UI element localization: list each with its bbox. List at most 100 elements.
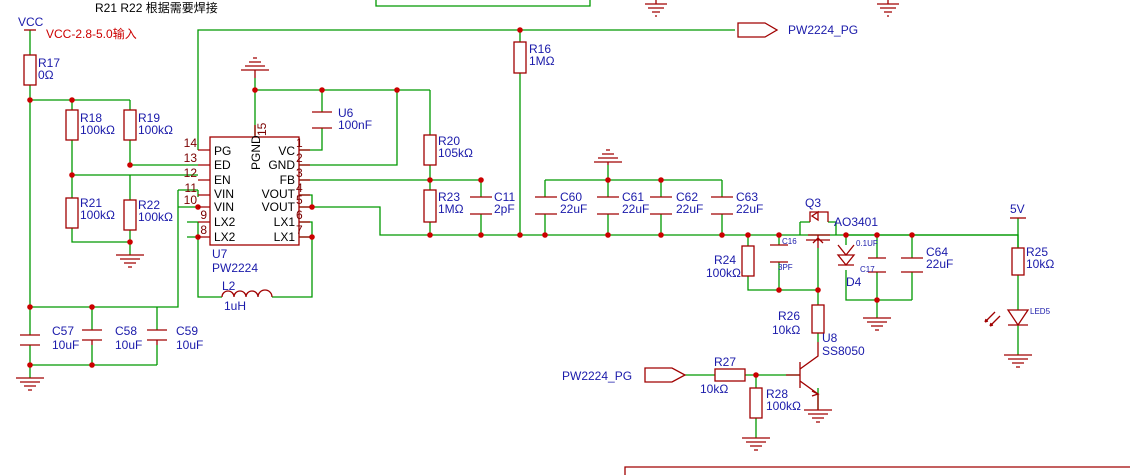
pg-netlabel-shape-in <box>644 367 687 383</box>
pg-netlabel-in-text: PW2224_PG <box>562 369 632 383</box>
r27-resistor <box>714 368 746 382</box>
u7-part: PW2224 <box>212 261 258 275</box>
u7-pin-fb-name: FB <box>280 173 295 187</box>
ground-symbol-r22 <box>116 254 144 268</box>
v5-label: 5V <box>1010 202 1025 216</box>
u7-pin-vin-name-2: VIN <box>214 200 234 214</box>
d4-diode <box>836 244 856 267</box>
u7-pin-vin-name-1: VIN <box>214 187 234 201</box>
r19-value: 100kΩ <box>138 123 173 137</box>
c64-value: 22uF <box>926 257 953 271</box>
led5-led <box>984 309 1030 327</box>
r26-value: 10kΩ <box>772 323 800 337</box>
r28-resistor <box>749 387 763 419</box>
u7-pin-lx2-name-1: LX2 <box>214 215 236 229</box>
r21-value: 100kΩ <box>80 208 115 222</box>
pg-netlabel-shape-out <box>737 22 779 38</box>
r19-resistor <box>123 109 137 141</box>
c63-value: 22uF <box>736 202 763 216</box>
u7-pin-7-num: 7 <box>296 223 303 237</box>
u7-pin-lx1-name-1: LX1 <box>274 215 296 229</box>
c62-value: 22uF <box>676 202 703 216</box>
c16-ref: C16 <box>782 237 797 246</box>
r18-resistor <box>65 109 79 141</box>
c61-capacitor <box>597 196 619 215</box>
led5-ref: LED5 <box>1030 307 1051 316</box>
ground-symbol-r28 <box>742 437 770 451</box>
c64-capacitor <box>901 257 923 273</box>
u7-pin-3-num: 3 <box>296 166 303 180</box>
c59-value: 10uF <box>176 338 203 352</box>
u8-value: SS8050 <box>822 344 865 358</box>
r17-resistor <box>23 54 37 86</box>
r24-value: 100kΩ <box>706 266 741 280</box>
u7-pin-15-num: 15 <box>255 122 269 136</box>
u7-pin-vc-name: VC <box>278 144 295 158</box>
u7-pin-12-num: 12 <box>184 166 198 180</box>
u7-pin-10-num: 10 <box>184 193 198 207</box>
c58-capacitor <box>82 329 102 345</box>
c62-capacitor <box>650 196 672 215</box>
c59-capacitor <box>147 329 167 345</box>
c60-capacitor <box>535 196 557 215</box>
c16-value: 3PF <box>778 263 793 272</box>
ground-symbol-caps <box>594 149 622 165</box>
u7-pin-5-num: 5 <box>296 193 303 207</box>
r21-resistor <box>65 197 79 229</box>
ground-symbol-top-2 <box>877 0 899 17</box>
r24-resistor <box>741 245 755 277</box>
r23-resistor <box>423 189 437 223</box>
symbols <box>16 0 1130 475</box>
r26-resistor <box>811 304 825 334</box>
r25-value: 10kΩ <box>1026 257 1054 271</box>
c17-ref: C17 <box>860 265 875 274</box>
u7-pgnd-name: PGND <box>249 135 263 170</box>
r26-ref: R26 <box>778 309 800 323</box>
r17-value: 0Ω <box>38 68 54 82</box>
wires <box>29 29 1019 438</box>
q3-ref: Q3 <box>805 196 821 210</box>
u7-pin-14-num: 14 <box>184 136 198 150</box>
c57-ref: C57 <box>52 324 74 338</box>
c17-value: 0.1UF <box>856 239 878 248</box>
u7-pin-9-num: 9 <box>200 208 207 222</box>
l2-value: 1uH <box>224 299 246 313</box>
ground-symbol-top-1 <box>645 0 667 17</box>
ground-symbol-led <box>1004 354 1032 368</box>
r25-resistor <box>1011 247 1025 276</box>
r22-resistor <box>123 199 137 231</box>
r27-ref: R27 <box>714 355 736 369</box>
l2-ref: L2 <box>222 279 236 293</box>
u7-pin-pg-name: PG <box>214 144 231 158</box>
d4-ref: D4 <box>846 275 862 289</box>
r16-value: 1MΩ <box>529 54 555 68</box>
r20-value: 105kΩ <box>438 146 473 160</box>
u7-pin-1-num: 1 <box>296 136 303 150</box>
r20-resistor <box>423 134 437 166</box>
u7-pin-vout-name-2: VOUT <box>262 200 296 214</box>
u7-pin-13-num: 13 <box>184 151 198 165</box>
ground-symbol-c57 <box>16 377 44 391</box>
u7-pin-lx2-name-2: LX2 <box>214 230 236 244</box>
u6-capacitor <box>312 111 332 129</box>
r27-value: 10kΩ <box>700 382 728 396</box>
vcc-input-note: VCC-2.8-5.0输入 <box>46 26 137 41</box>
title-note: R21 R22 根据需要焊接 <box>95 0 218 15</box>
c58-value: 10uF <box>115 338 142 352</box>
ground-symbol-pgnd <box>241 57 269 78</box>
r16-resistor <box>513 41 527 74</box>
q3-value: AO3401 <box>834 215 878 229</box>
u7-pin-8-num: 8 <box>200 223 207 237</box>
r28-value: 100kΩ <box>766 399 801 413</box>
u7-pin-en-name: EN <box>214 173 231 187</box>
u7-pin-gnd-name: GND <box>268 158 295 172</box>
schematic-canvas: R21 R22 根据需要焊接 VCC VCC-2.8-5.0输入 R17 0Ω … <box>16 0 1130 475</box>
c57-capacitor <box>20 334 40 346</box>
u7-pin-vout-name-1: VOUT <box>262 187 296 201</box>
ground-symbol-u8 <box>804 409 832 423</box>
u6-value: 100nF <box>338 118 372 132</box>
c11-capacitor <box>470 196 492 215</box>
u7-pin-ed-name: ED <box>214 158 231 172</box>
r22-value: 100kΩ <box>138 210 173 224</box>
pg-netlabel-out-text: PW2224_PG <box>788 23 858 37</box>
